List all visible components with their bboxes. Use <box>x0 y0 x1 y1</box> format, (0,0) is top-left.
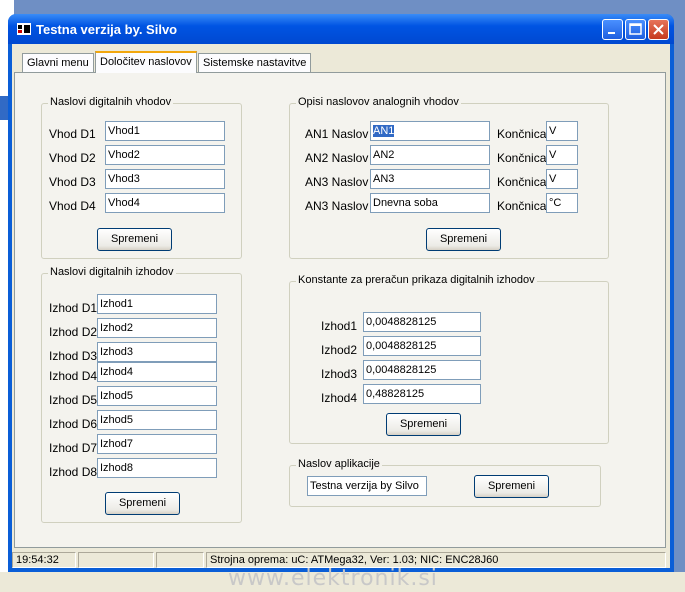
izhod-d6-field[interactable]: Izhod5 <box>97 410 217 430</box>
izhod-d1-field[interactable]: Izhod1 <box>97 294 217 314</box>
group-app-title: Naslov aplikacije Testna verzija by Silv… <box>289 458 601 507</box>
vhod-d4-field[interactable]: Vhod4 <box>105 193 225 213</box>
izhod-d2-field[interactable]: Izhod2 <box>97 318 217 338</box>
row-label: Izhod D2 <box>49 325 98 339</box>
spremeni-naslov-button[interactable]: Spremeni <box>474 475 549 498</box>
group-digital-inputs: Naslovi digitalnih vhodov Vhod D1 Vhod1 … <box>41 96 242 259</box>
status-empty-1 <box>78 552 154 568</box>
row-label: Izhod D7 <box>49 441 98 455</box>
izhod-d5-field[interactable]: Izhod5 <box>97 386 217 406</box>
window-title: Testna verzija by. Silvo <box>36 22 178 37</box>
an3-naslov-field[interactable]: AN3 <box>370 169 490 189</box>
group-title: Naslovi digitalnih vhodov <box>48 96 174 108</box>
watermark: www.elektronik.si <box>228 566 438 591</box>
row-label: Izhod1 <box>321 319 358 333</box>
row-label: AN1 Naslov <box>305 127 369 141</box>
tab-label: Določitev naslovov <box>100 56 192 68</box>
row-label: Izhod D4 <box>49 369 98 383</box>
an4-naslov-field[interactable]: Dnevna soba <box>370 193 490 213</box>
row-label: AN3 Naslov <box>305 199 369 213</box>
izhod4-constant-field[interactable]: 0,48828125 <box>363 384 481 404</box>
group-title: Opisi naslovov analognih vhodov <box>296 96 461 108</box>
izhod-d8-field[interactable]: Izhod8 <box>97 458 217 478</box>
an4-koncnica-field[interactable]: °C <box>546 193 578 213</box>
an2-naslov-field[interactable]: AN2 <box>370 145 490 165</box>
group-constants: Konstante za preračun prikaza digitalnih… <box>289 274 609 444</box>
status-time: 19:54:32 <box>12 552 76 568</box>
izhod3-constant-field[interactable]: 0,0048828125 <box>363 360 481 380</box>
row-label: Izhod D8 <box>49 465 98 479</box>
row-label: Izhod4 <box>321 391 358 405</box>
status-empty-2 <box>156 552 204 568</box>
group-title: Konstante za preračun prikaza digitalnih… <box>296 274 537 286</box>
vhod-d2-field[interactable]: Vhod2 <box>105 145 225 165</box>
row-label: Vhod D3 <box>49 175 96 189</box>
izhod-d7-field[interactable]: Izhod7 <box>97 434 217 454</box>
izhod1-constant-field[interactable]: 0,0048828125 <box>363 312 481 332</box>
app-title-field[interactable]: Testna verzija by Silvo <box>307 476 427 496</box>
row-label: AN3 Naslov <box>305 175 369 189</box>
tab-glavni-menu[interactable]: Glavni menu <box>22 53 94 72</box>
minimize-icon <box>608 32 615 34</box>
tab-label: Sistemske nastavitve <box>203 57 307 69</box>
close-button[interactable] <box>648 19 669 40</box>
vhod-d3-field[interactable]: Vhod3 <box>105 169 225 189</box>
an1-naslov-field[interactable]: AN1 <box>370 121 490 141</box>
izhod-d3-field[interactable]: Izhod3 <box>97 342 217 362</box>
app-window: Testna verzija by. Silvo Glavni menu Dol… <box>8 14 674 572</box>
selected-text: AN1 <box>373 125 395 137</box>
group-digital-outputs: Naslovi digitalnih izhodov Izhod D1 Izho… <box>41 266 242 523</box>
app-icon <box>17 23 31 35</box>
row-label: AN2 Naslov <box>305 151 369 165</box>
izhod2-constant-field[interactable]: 0,0048828125 <box>363 336 481 356</box>
an1-koncnica-field[interactable]: V <box>546 121 578 141</box>
unit-label: Končnica <box>497 199 547 213</box>
row-label: Vhod D1 <box>49 127 96 141</box>
unit-label: Končnica <box>497 151 547 165</box>
tab-sistemske-nastavitve[interactable]: Sistemske nastavitve <box>198 53 312 72</box>
row-label: Izhod D5 <box>49 393 98 407</box>
maximize-button[interactable] <box>625 19 646 40</box>
vhod-d1-field[interactable]: Vhod1 <box>105 121 225 141</box>
spremeni-izhodi-button[interactable]: Spremeni <box>105 492 180 515</box>
row-label: Izhod2 <box>321 343 358 357</box>
group-title: Naslov aplikacije <box>296 458 382 470</box>
an2-koncnica-field[interactable]: V <box>546 145 578 165</box>
client-area: Glavni menu Določitev naslovov Sistemske… <box>12 44 670 568</box>
group-analog-inputs: Opisi naslovov analognih vhodov AN1 Nasl… <box>289 96 609 259</box>
minimize-button[interactable] <box>602 19 623 40</box>
spremeni-konstante-button[interactable]: Spremeni <box>386 413 461 436</box>
unit-label: Končnica <box>497 175 547 189</box>
spremeni-vhodi-button[interactable]: Spremeni <box>97 228 172 251</box>
unit-label: Končnica <box>497 127 547 141</box>
row-label: Vhod D4 <box>49 199 96 213</box>
izhod-d4-field[interactable]: Izhod4 <box>97 362 217 382</box>
spremeni-analogni-button[interactable]: Spremeni <box>426 228 501 251</box>
tab-panel: Naslovi digitalnih vhodov Vhod D1 Vhod1 … <box>14 72 666 548</box>
an3-koncnica-field[interactable]: V <box>546 169 578 189</box>
row-label: Izhod D3 <box>49 349 98 363</box>
close-icon <box>653 24 664 35</box>
tab-dolocitev-naslovov[interactable]: Določitev naslovov <box>95 51 197 73</box>
row-label: Izhod3 <box>321 367 358 381</box>
maximize-icon <box>629 23 642 35</box>
row-label: Vhod D2 <box>49 151 96 165</box>
group-title: Naslovi digitalnih izhodov <box>48 266 176 278</box>
title-bar[interactable]: Testna verzija by. Silvo <box>8 14 674 44</box>
row-label: Izhod D6 <box>49 417 98 431</box>
tab-label: Glavni menu <box>27 57 89 69</box>
row-label: Izhod D1 <box>49 301 98 315</box>
